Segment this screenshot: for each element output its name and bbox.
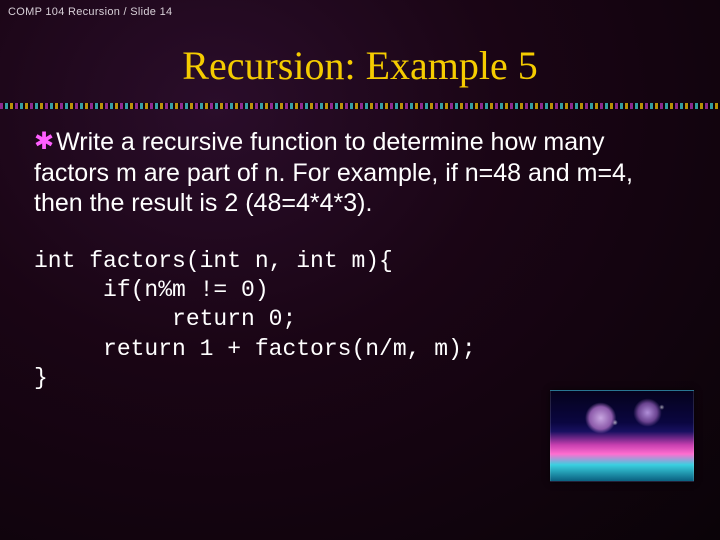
- decorative-image: [550, 390, 694, 482]
- code-block: int factors(int n, int m){ if(n%m != 0) …: [0, 219, 720, 394]
- slide-title: Recursion: Example 5: [0, 42, 720, 89]
- title-divider: [0, 103, 720, 109]
- breadcrumb: COMP 104 Recursion / Slide 14: [8, 6, 172, 18]
- slide-header: COMP 104 Recursion / Slide 14: [0, 0, 720, 24]
- body-paragraph: ✱Write a recursive function to determine…: [0, 109, 720, 219]
- asterisk-icon: ✱: [34, 127, 54, 156]
- body-text: Write a recursive function to determine …: [34, 128, 633, 217]
